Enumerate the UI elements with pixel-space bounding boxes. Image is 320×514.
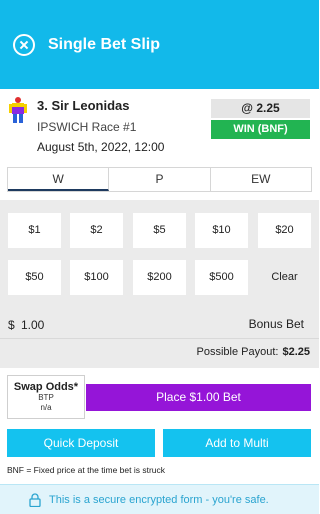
bnf-note: BNF = Fixed price at the time bet is str… [7,465,166,475]
possible-payout: Possible Payout: $2.25 [197,346,310,358]
stake-input[interactable]: 1.00 [21,318,44,332]
race-date: August 5th, 2022, 12:00 [37,140,165,154]
quick-deposit-button[interactable]: Quick Deposit [7,429,155,457]
place-bet-button[interactable]: Place $1.00 Bet [86,384,311,411]
stake-button-1[interactable]: $1 [8,213,61,248]
bet-type-tabs: W P EW [7,167,312,192]
secure-banner: This is a secure encrypted form - you're… [0,484,319,514]
stake-currency: $ [8,318,15,332]
swap-odds-box[interactable]: Swap Odds* BTP n/a [7,375,85,419]
add-to-multi-button[interactable]: Add to Multi [163,429,311,457]
swap-odds-value: n/a [40,403,52,412]
jockey-silks-icon [9,97,27,123]
header-bar: Single Bet Slip [0,0,319,89]
odds-badge: @ 2.25 [211,99,310,118]
secure-text: This is a secure encrypted form - you're… [49,494,269,506]
payout-value: $2.25 [282,346,310,358]
runner-name: 3. Sir Leonidas [37,98,130,113]
stake-button-200[interactable]: $200 [133,260,186,295]
stake-button-5[interactable]: $5 [133,213,186,248]
clear-button[interactable]: Clear [258,260,311,295]
tab-win[interactable]: W [8,168,110,191]
swap-odds-btp: BTP [38,393,54,402]
stake-button-10[interactable]: $10 [195,213,248,248]
divider [0,338,319,339]
stake-button-100[interactable]: $100 [70,260,123,295]
stake-button-50[interactable]: $50 [8,260,61,295]
bonus-bet-toggle[interactable]: Bonus Bet [249,317,304,331]
swap-odds-title: Swap Odds* [13,381,79,393]
stake-button-500[interactable]: $500 [195,260,248,295]
payout-label: Possible Payout: [196,346,279,358]
lock-icon [29,493,41,507]
race-name: IPSWICH Race #1 [37,120,137,134]
bet-type-badge: WIN (BNF) [211,120,310,139]
tab-each-way[interactable]: EW [211,168,311,191]
stake-button-20[interactable]: $20 [258,213,311,248]
close-icon[interactable] [13,34,35,56]
page-title: Single Bet Slip [48,36,161,53]
stake-button-2[interactable]: $2 [70,213,123,248]
tab-place[interactable]: P [109,168,211,191]
